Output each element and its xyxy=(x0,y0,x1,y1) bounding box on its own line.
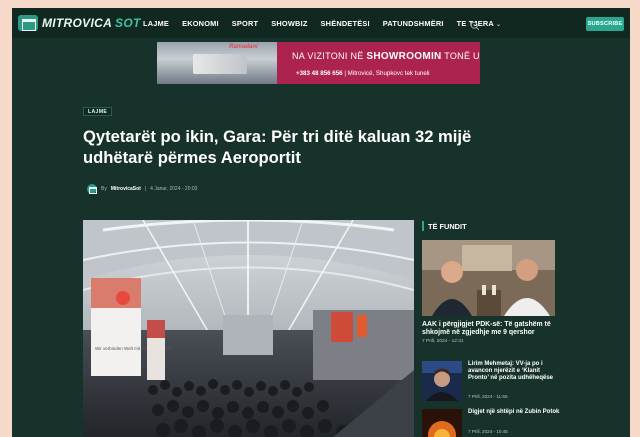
airport-terminal-photo: Wir verbinden Welt mit deinem Lieben xyxy=(83,220,414,437)
logo-text-accent: SOT xyxy=(115,16,141,30)
featured-news-image[interactable] xyxy=(422,240,555,316)
site-logo[interactable]: MITROVICA SOT xyxy=(18,14,141,32)
list-item[interactable]: Digjet një shtëpi në Zubin Potok 7 Prill… xyxy=(422,409,562,437)
news-title[interactable]: Lirim Mehmetaj: VV-ja po i avancon njerë… xyxy=(468,361,562,382)
author-name[interactable]: MitrovicaSot xyxy=(111,186,141,192)
category-badge[interactable]: LAJME xyxy=(83,107,113,116)
menu-item-shendetesi[interactable]: SHËNDETËSI xyxy=(321,19,370,28)
chevron-down-icon: ⌄ xyxy=(495,21,502,28)
ad-headline: NA VIZITONI NË SHOWROOMIN TONË UNIK! xyxy=(292,51,480,62)
page: MITROVICA SOT LAJME EKONOMI SPORT SHOWBIZ… xyxy=(12,8,630,437)
news-thumbnail xyxy=(422,361,462,401)
menu-item-showbiz[interactable]: SHOWBIZ xyxy=(271,19,307,28)
logo-icon xyxy=(18,15,38,31)
byline-by: By xyxy=(101,186,107,192)
menu-item-lajme[interactable]: LAJME xyxy=(143,19,169,28)
news-date: 7 Prill, 2024 - 10:45 xyxy=(468,429,508,434)
latest-news-title: TË FUNDIT xyxy=(428,221,467,231)
main-menu: LAJME EKONOMI SPORT SHOWBIZ SHËNDETËSI P… xyxy=(143,8,501,38)
search-icon xyxy=(470,21,480,31)
latest-news-header: TË FUNDIT xyxy=(422,220,467,232)
ad-contact: +383 48 856 656 | Mitrovicë, Shupkovc te… xyxy=(296,70,430,77)
byline-separator: | xyxy=(144,186,147,192)
accent-bar xyxy=(422,221,424,231)
featured-photo xyxy=(422,240,555,316)
news-title[interactable]: Digjet një shtëpi në Zubin Potok xyxy=(468,409,562,416)
logo-text-primary: MITROVICA xyxy=(42,16,113,30)
showroom-photo xyxy=(157,42,277,84)
featured-news-date: 7 Prill, 2024 - 12:31 xyxy=(422,339,464,344)
news-date: 7 Prill, 2024 - 11:55 xyxy=(468,394,508,399)
menu-item-sport[interactable]: SPORT xyxy=(232,19,258,28)
top-navigation: MITROVICA SOT LAJME EKONOMI SPORT SHOWBIZ… xyxy=(12,8,630,38)
article-date: 4 Janar, 2024 - 20:03 xyxy=(150,186,198,192)
showroom-ad-banner[interactable]: Ramadani NA VIZITONI NË SHOWROOMIN TONË … xyxy=(157,42,480,84)
news-thumbnail xyxy=(422,409,462,437)
author-avatar[interactable] xyxy=(87,184,97,194)
search-button[interactable] xyxy=(470,18,480,31)
article-main-image[interactable]: Wir verbinden Welt mit deinem Lieben xyxy=(83,220,414,437)
featured-news-title[interactable]: AAK i përgjigjet PDK-së: Të gatshëm të s… xyxy=(422,321,562,338)
ad-brand: Ramadani xyxy=(229,44,258,50)
list-item[interactable]: Lirim Mehmetaj: VV-ja po i avancon njerë… xyxy=(422,361,562,401)
menu-item-ekonomi[interactable]: EKONOMI xyxy=(182,19,219,28)
article-headline: Qytetarët po ikin, Gara: Për tri ditë ka… xyxy=(83,127,472,167)
article-byline: By MitrovicaSot | 4 Janar, 2024 - 20:03 xyxy=(87,184,197,194)
menu-item-patundshmeri[interactable]: PATUNDSHMËRI xyxy=(383,19,444,28)
subscribe-button[interactable]: SUBSCRIBE xyxy=(586,17,624,31)
